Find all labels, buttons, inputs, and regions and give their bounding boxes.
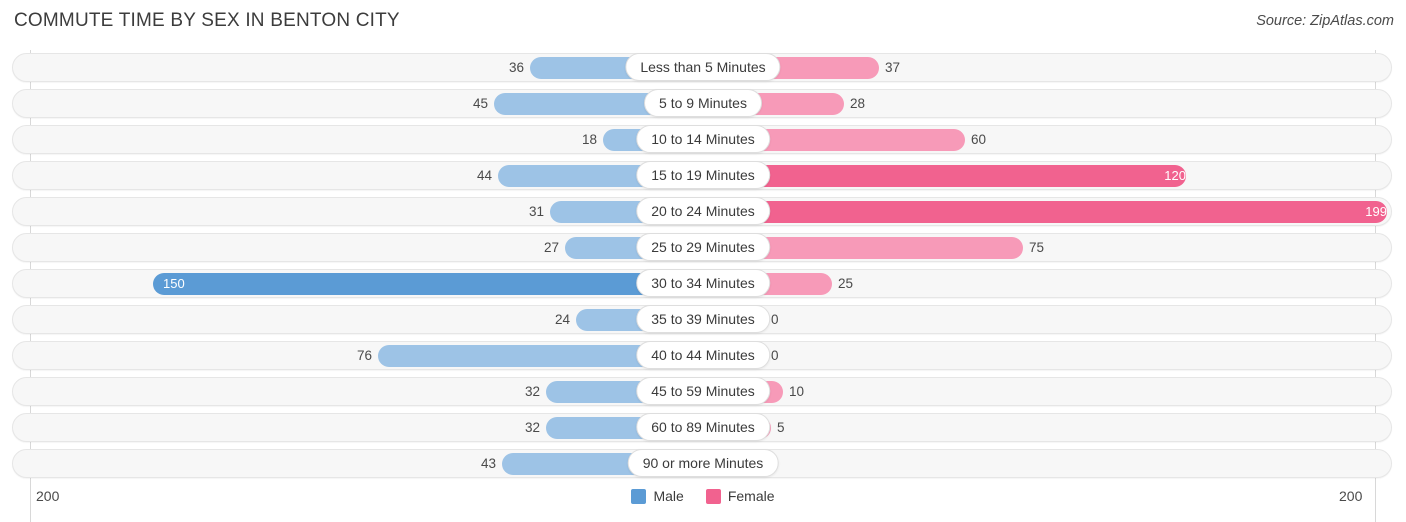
table-row: 27 75 25 to 29 Minutes — [0, 230, 1406, 266]
legend-item-label: Female — [727, 488, 775, 504]
value-label-female: 199 — [1365, 204, 1387, 219]
value-label-male: 76 — [356, 348, 372, 363]
value-label-female: 10 — [789, 384, 805, 399]
value-label-female: 5 — [777, 420, 785, 435]
value-label-female: 75 — [1029, 240, 1045, 255]
category-label: 10 to 14 Minutes — [636, 125, 770, 153]
table-row: 44 120 15 to 19 Minutes — [0, 158, 1406, 194]
chart-header: COMMUTE TIME BY SEX IN BENTON CITY Sourc… — [0, 0, 1406, 44]
value-label-female: 0 — [771, 312, 779, 327]
category-label: 25 to 29 Minutes — [636, 233, 770, 261]
bar-male — [153, 273, 703, 295]
bar-rows: 36 37 Less than 5 Minutes 45 28 5 to 9 Minute… — [0, 50, 1406, 482]
table-row: 45 28 5 to 9 Minutes — [0, 86, 1406, 122]
legend-swatch-icon — [631, 488, 647, 504]
value-label-male: 32 — [524, 420, 540, 435]
value-label-female: 60 — [971, 132, 987, 147]
category-label: 30 to 34 Minutes — [636, 269, 770, 297]
value-label-female: 37 — [885, 60, 901, 75]
category-label: 15 to 19 Minutes — [636, 161, 770, 189]
table-row: 43090 or more Minutes — [0, 446, 1406, 482]
table-row: 32 10 45 to 59 Minutes — [0, 374, 1406, 410]
table-row: 36 37 Less than 5 Minutes — [0, 50, 1406, 86]
legend-item-female[interactable]: Female — [705, 488, 775, 504]
value-label-female: 120 — [1164, 168, 1186, 183]
value-label-male: 45 — [472, 96, 488, 111]
category-label: 20 to 24 Minutes — [636, 197, 770, 225]
category-label: 5 to 9 Minutes — [644, 89, 762, 117]
category-label: 35 to 39 Minutes — [636, 305, 770, 333]
legend: Male Female — [0, 488, 1406, 504]
value-label-male: 27 — [543, 240, 559, 255]
category-label: 60 to 89 Minutes — [636, 413, 770, 441]
value-label-male: 150 — [163, 276, 185, 291]
table-row: 150 25 30 to 34 Minutes — [0, 266, 1406, 302]
page-title: COMMUTE TIME BY SEX IN BENTON CITY — [14, 10, 400, 31]
source-attribution: Source: ZipAtlas.com — [1256, 13, 1394, 29]
category-label: 40 to 44 Minutes — [636, 341, 770, 369]
value-label-male: 32 — [524, 384, 540, 399]
legend-swatch-icon — [705, 488, 721, 504]
category-label: 90 or more Minutes — [627, 449, 779, 477]
value-label-male: 24 — [554, 312, 570, 327]
legend-item-male[interactable]: Male — [631, 488, 684, 504]
value-label-female: 0 — [771, 348, 779, 363]
value-label-female: 28 — [850, 96, 866, 111]
plot-area: 36 37 Less than 5 Minutes 45 28 5 to 9 Minute… — [0, 50, 1406, 522]
value-label-male: 36 — [508, 60, 524, 75]
legend-item-label: Male — [653, 488, 684, 504]
commute-time-chart: COMMUTE TIME BY SEX IN BENTON CITY Sourc… — [0, 0, 1406, 522]
category-label: Less than 5 Minutes — [625, 53, 781, 81]
value-label-male: 43 — [480, 456, 496, 471]
value-label-male: 18 — [581, 132, 597, 147]
value-label-male: 44 — [476, 168, 492, 183]
table-row: 31 199 20 to 24 Minutes — [0, 194, 1406, 230]
table-row: 76 0 40 to 44 Minutes — [0, 338, 1406, 374]
chart-footer: 200 200 Male Female — [0, 482, 1406, 522]
table-row: 32 5 60 to 89 Minutes — [0, 410, 1406, 446]
value-label-female: 25 — [838, 276, 854, 291]
table-row: 18 60 10 to 14 Minutes — [0, 122, 1406, 158]
table-row: 24 0 35 to 39 Minutes — [0, 302, 1406, 338]
category-label: 45 to 59 Minutes — [636, 377, 770, 405]
value-label-male: 31 — [528, 204, 544, 219]
